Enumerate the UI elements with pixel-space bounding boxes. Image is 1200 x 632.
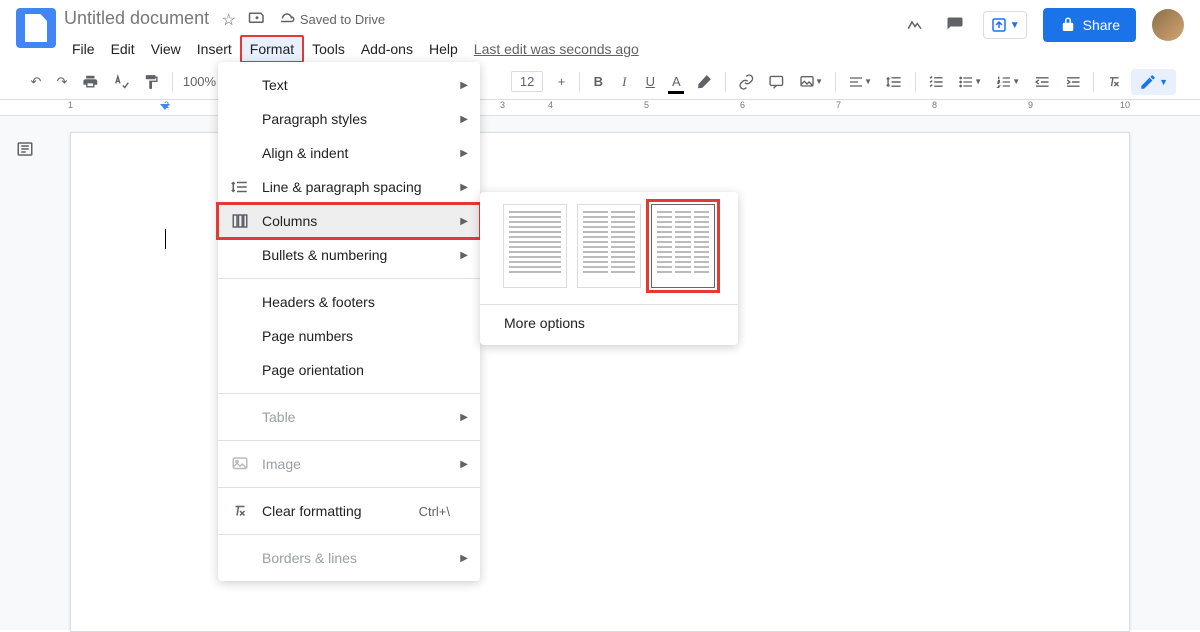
menu-view[interactable]: View (143, 37, 189, 61)
format-text[interactable]: Text▶ (218, 68, 480, 102)
ruler[interactable]: 1 2 3 4 5 6 7 8 9 10 (0, 100, 1200, 116)
format-dropdown: Text▶ Paragraph styles▶ Align & indent▶ … (218, 62, 480, 581)
text-cursor (165, 229, 166, 249)
print-button[interactable] (76, 68, 105, 96)
docs-logo[interactable] (16, 8, 56, 48)
save-status: Saved to Drive (278, 11, 385, 29)
text-color-button[interactable]: A (664, 68, 688, 96)
menu-addons[interactable]: Add-ons (353, 37, 421, 61)
redo-button[interactable]: ↷ (50, 68, 74, 96)
comment-button[interactable] (762, 68, 791, 96)
menu-help[interactable]: Help (421, 37, 466, 61)
spellcheck-button[interactable] (107, 68, 136, 96)
columns-one[interactable] (503, 204, 567, 288)
highlight-button[interactable] (690, 68, 719, 96)
image-button[interactable]: ▼ (793, 68, 829, 96)
menu-format[interactable]: Format (240, 35, 304, 63)
bullet-list-button[interactable]: ▼ (952, 68, 988, 96)
format-columns[interactable]: Columns▶ (218, 204, 480, 238)
columns-three[interactable] (651, 204, 715, 288)
underline-button[interactable]: U (638, 68, 662, 96)
format-align-indent[interactable]: Align & indent▶ (218, 136, 480, 170)
format-table: Table▶ (218, 400, 480, 434)
editing-mode-button[interactable]: ▼ (1131, 69, 1176, 95)
paint-format-button[interactable] (137, 68, 166, 96)
align-button[interactable]: ▼ (842, 68, 878, 96)
line-spacing-button[interactable] (880, 68, 909, 96)
font-size-plus[interactable]: + (549, 68, 573, 96)
share-button[interactable]: Share (1043, 8, 1136, 42)
italic-button[interactable]: I (612, 68, 636, 96)
format-page-numbers[interactable]: Page numbers (218, 319, 480, 353)
menu-edit[interactable]: Edit (103, 37, 143, 61)
menu-insert[interactable]: Insert (189, 37, 240, 61)
format-headers-footers[interactable]: Headers & footers (218, 285, 480, 319)
last-edit-link[interactable]: Last edit was seconds ago (474, 41, 639, 57)
columns-more-options[interactable]: More options (480, 304, 738, 345)
font-size-input[interactable]: 12 (511, 71, 543, 92)
undo-button[interactable]: ↶ (24, 68, 48, 96)
clear-format-button[interactable] (1100, 68, 1129, 96)
checklist-button[interactable] (922, 68, 951, 96)
activity-icon[interactable] (903, 13, 927, 37)
numbered-list-button[interactable]: ▼ (990, 68, 1026, 96)
move-icon[interactable] (248, 8, 266, 31)
columns-two[interactable] (577, 204, 641, 288)
menu-file[interactable]: File (64, 37, 103, 61)
app-header: Untitled document ☆ Saved to Drive File … (0, 0, 1200, 64)
menu-tools[interactable]: Tools (304, 37, 353, 61)
header-right: ▼ Share (903, 8, 1184, 42)
format-image: Image▶ (218, 447, 480, 481)
format-page-orientation[interactable]: Page orientation (218, 353, 480, 387)
document-title[interactable]: Untitled document (64, 8, 209, 29)
link-button[interactable] (732, 68, 761, 96)
format-borders-lines: Borders & lines▶ (218, 541, 480, 575)
title-area: Untitled document ☆ Saved to Drive File … (64, 8, 903, 63)
format-line-spacing[interactable]: Line & paragraph spacing▶ (218, 170, 480, 204)
present-button[interactable]: ▼ (983, 11, 1027, 39)
user-avatar[interactable] (1152, 9, 1184, 41)
columns-submenu: More options (480, 192, 738, 345)
format-paragraph-styles[interactable]: Paragraph styles▶ (218, 102, 480, 136)
star-icon[interactable]: ☆ (222, 10, 236, 30)
comments-icon[interactable] (943, 13, 967, 37)
indent-increase-button[interactable] (1059, 68, 1088, 96)
menu-bar: File Edit View Insert Format Tools Add-o… (64, 35, 903, 63)
bold-button[interactable]: B (586, 68, 610, 96)
format-bullets-numbering[interactable]: Bullets & numbering▶ (218, 238, 480, 272)
outline-icon[interactable] (16, 140, 40, 164)
indent-decrease-button[interactable] (1028, 68, 1057, 96)
format-clear-formatting[interactable]: Clear formattingCtrl+\ (218, 494, 480, 528)
toolbar: ↶ ↷ 100% ▼ 12 + B I U A ▼ ▼ ▼ ▼ ▼ (0, 64, 1200, 100)
